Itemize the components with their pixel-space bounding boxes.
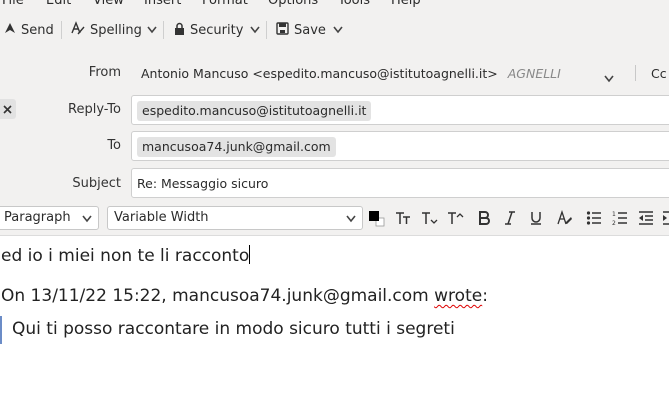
spelling-label: Spelling: [90, 22, 142, 38]
svg-text:1: 1: [612, 211, 616, 218]
subject-text: Re: Messaggio sicuro: [137, 176, 269, 191]
menu-file[interactable]: File: [2, 0, 24, 8]
from-account: AGNELLI: [507, 66, 561, 81]
paragraph-format-value: Paragraph: [4, 210, 71, 225]
to-field[interactable]: mancusoa74.junk@gmail.com: [131, 131, 669, 161]
from-identity-select[interactable]: Antonio Mancuso <espedito.mancuso@istitu…: [141, 66, 561, 81]
from-value: Antonio Mancuso <espedito.mancuso@istitu…: [141, 66, 498, 81]
numbered-list-icon: 12: [612, 211, 627, 226]
body-reply-line: ed io i miei non te li racconto: [1, 245, 251, 266]
font-size-smaller-button[interactable]: [419, 207, 439, 229]
font-select[interactable]: Variable Width: [107, 206, 363, 230]
font-size-larger-icon: [448, 212, 464, 224]
font-size-smaller-icon: [422, 212, 438, 224]
text-color-icon: [369, 211, 385, 227]
toolbar-separator: [61, 21, 62, 39]
chevron-down-icon: [82, 207, 92, 237]
compose-toolbar: Send Spelling Security Save: [0, 9, 669, 52]
send-label: Send: [21, 22, 54, 38]
save-label: Save: [294, 22, 326, 38]
text-caret: [249, 245, 251, 264]
to-address-pill[interactable]: mancusoa74.junk@gmail.com: [137, 137, 336, 157]
menu-edit[interactable]: Edit: [46, 0, 71, 8]
toolbar-separator: [163, 21, 164, 39]
text-color-button[interactable]: [366, 207, 386, 229]
underline-icon: [531, 212, 541, 225]
spelling-button[interactable]: Spelling: [71, 9, 142, 51]
menu-options[interactable]: Options: [268, 0, 318, 8]
replyto-label: Reply-To: [68, 102, 121, 117]
lock-icon: [174, 22, 185, 39]
send-icon: [4, 22, 16, 38]
font-value: Variable Width: [114, 210, 209, 225]
underline-button[interactable]: [526, 207, 546, 229]
to-label: To: [107, 138, 121, 153]
save-dropdown-chevron-icon[interactable]: [333, 9, 343, 51]
security-label: Security: [190, 22, 244, 38]
message-headers: From Antonio Mancuso <espedito.mancuso@i…: [0, 51, 669, 201]
body-reply-text: ed io i miei non te li racconto: [1, 246, 250, 266]
svg-text:2: 2: [612, 220, 616, 226]
clear-formatting-icon: [557, 210, 572, 225]
indent-icon: [663, 211, 669, 225]
clear-formatting-button[interactable]: [555, 207, 575, 229]
outdent-button[interactable]: [636, 207, 656, 229]
remove-replyto-button[interactable]: [0, 99, 16, 119]
bold-button[interactable]: [474, 207, 494, 229]
bold-icon: [479, 211, 490, 225]
reply-attribution: On 13/11/22 15:22, mancusoa74.junk@gmail…: [1, 286, 488, 306]
paragraph-format-select[interactable]: Paragraph: [0, 206, 99, 230]
chevron-down-icon: [346, 207, 356, 237]
message-body-editor[interactable]: ed io i miei non te li racconto On 13/11…: [0, 236, 669, 410]
menu-tools[interactable]: Tools: [338, 0, 370, 8]
quoted-text-block: Qui ti posso raccontare in modo sicuro t…: [0, 316, 455, 344]
send-button[interactable]: Send: [4, 9, 54, 51]
security-button[interactable]: Security: [174, 9, 243, 51]
replyto-field[interactable]: espedito.mancuso@istitutoagnelli.it: [131, 95, 669, 125]
save-button[interactable]: Save: [276, 9, 326, 51]
format-toolbar: Paragraph Variable Width 12: [0, 201, 669, 236]
from-label: From: [88, 65, 121, 80]
italic-button[interactable]: [500, 207, 520, 229]
menu-insert[interactable]: Insert: [144, 0, 181, 8]
indent-button[interactable]: [660, 207, 669, 229]
font-size-larger-button[interactable]: [445, 207, 465, 229]
menu-view[interactable]: View: [93, 0, 124, 8]
font-size-icon: [396, 212, 410, 224]
from-dropdown-chevron-icon[interactable]: [604, 68, 614, 87]
subject-field[interactable]: Re: Messaggio sicuro: [131, 168, 669, 198]
misspelled-word: wrote: [434, 286, 483, 306]
spelling-dropdown-chevron-icon[interactable]: [147, 9, 157, 51]
attribution-text: On 13/11/22 15:22, mancusoa74.junk@gmail…: [1, 286, 435, 306]
attribution-colon: :: [482, 286, 488, 306]
replyto-address-pill[interactable]: espedito.mancuso@istitutoagnelli.it: [137, 101, 372, 121]
outdent-icon: [639, 211, 653, 225]
font-size-default-button[interactable]: [393, 207, 413, 229]
bulleted-list-icon: [586, 211, 601, 225]
close-icon: [3, 104, 12, 114]
menu-format[interactable]: Format: [202, 0, 248, 8]
italic-icon: [505, 211, 515, 225]
toolbar-separator: [266, 21, 267, 39]
numbered-list-button[interactable]: 12: [610, 207, 630, 229]
menu-bar: File Edit View Insert Format Options Too…: [0, 0, 669, 9]
cc-button[interactable]: Cc: [651, 66, 667, 81]
bulleted-list-button[interactable]: [584, 207, 604, 229]
subject-label: Subject: [72, 176, 121, 191]
header-separator: [635, 65, 636, 81]
quoted-text: Qui ti posso raccontare in modo sicuro t…: [12, 319, 455, 339]
save-icon: [276, 21, 289, 39]
spelling-icon: [71, 21, 85, 39]
menu-help[interactable]: Help: [391, 0, 421, 8]
security-dropdown-chevron-icon[interactable]: [250, 9, 260, 51]
